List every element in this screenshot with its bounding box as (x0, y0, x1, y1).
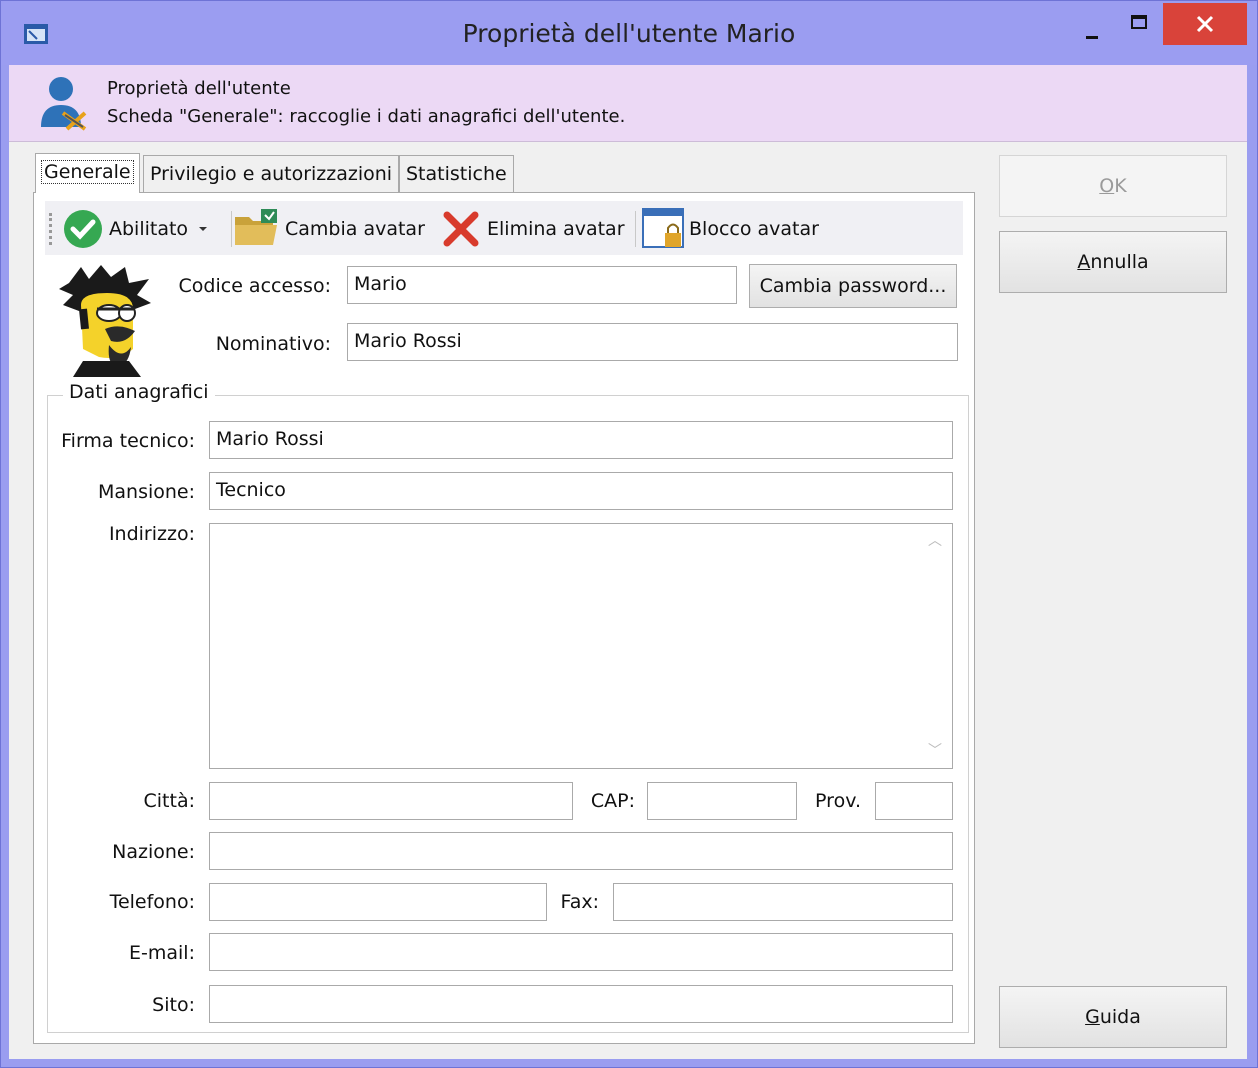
tab-privilegio[interactable]: Privilegio e autorizzazioni (143, 155, 400, 193)
role-input[interactable]: Tecnico (209, 472, 953, 510)
cancel-button[interactable]: Annulla (999, 231, 1227, 293)
enabled-label: Abilitato (109, 218, 189, 240)
tab-label: Generale (41, 160, 134, 184)
site-label: Sito: (152, 994, 195, 1016)
zip-input[interactable] (647, 782, 797, 820)
folder-icon (235, 209, 277, 245)
cancel-mnemonic: A (1077, 251, 1091, 273)
enabled-dropdown[interactable]: Abilitato (63, 209, 212, 249)
address-textarea[interactable]: ︿ ﹀ (209, 523, 953, 769)
city-label: Città: (143, 790, 196, 812)
email-input[interactable] (209, 933, 953, 971)
country-input[interactable] (209, 832, 953, 870)
cancel-label-rest: nnulla (1090, 251, 1149, 273)
ok-button[interactable]: OK (999, 155, 1227, 217)
avatar[interactable] (59, 265, 153, 377)
delete-avatar-button[interactable]: Elimina avatar (441, 209, 625, 249)
delete-avatar-label: Elimina avatar (487, 218, 625, 240)
province-input[interactable] (875, 782, 953, 820)
country-label: Nazione: (112, 841, 195, 863)
site-input[interactable] (209, 985, 953, 1023)
scroll-down-icon[interactable]: ﹀ (924, 740, 946, 760)
change-avatar-button[interactable]: Cambia avatar (233, 209, 425, 249)
group-title: Dati anagrafici (63, 381, 215, 403)
change-password-button[interactable]: Cambia password... (749, 264, 957, 308)
tab-statistiche[interactable]: Statistiche (399, 155, 514, 193)
minimize-icon[interactable] (1073, 19, 1113, 45)
lock-window-icon (642, 208, 684, 248)
phone-input[interactable] (209, 883, 547, 921)
help-label-rest: uida (1099, 1006, 1141, 1028)
dialog-window: Proprietà dell'utente Mario Proprietà de… (0, 0, 1258, 1068)
address-label: Indirizzo: (108, 523, 195, 545)
phone-label: Telefono: (109, 891, 195, 913)
help-mnemonic: G (1085, 1006, 1100, 1028)
help-button[interactable]: Guida (999, 986, 1227, 1048)
toolbar-separator (635, 211, 636, 247)
change-avatar-label: Cambia avatar (285, 218, 425, 240)
chevron-down-icon (199, 227, 208, 231)
tab-generale[interactable]: Generale (35, 153, 140, 193)
province-label: Prov. (815, 790, 861, 812)
window-title: Proprietà dell'utente Mario (462, 19, 796, 48)
header-title: Proprietà dell'utente (107, 78, 291, 99)
header-description: Scheda "Generale": raccoglie i dati anag… (107, 106, 626, 127)
name-input[interactable]: Mario Rossi (347, 323, 958, 361)
access-code-label: Codice accesso: (178, 275, 331, 297)
city-input[interactable] (209, 782, 573, 820)
signature-label: Firma tecnico: (61, 430, 195, 452)
tab-label: Statistiche (406, 163, 507, 185)
name-label: Nominativo: (215, 333, 331, 355)
ok-mnemonic: O (1099, 175, 1115, 197)
tab-label: Privilegio e autorizzazioni (150, 163, 393, 185)
fax-input[interactable] (613, 883, 953, 921)
maximize-icon[interactable] (1119, 11, 1159, 37)
x-icon (443, 211, 479, 247)
dialog-content: Proprietà dell'utente Scheda "Generale":… (9, 65, 1247, 1059)
toolbar: Abilitato Cambia avatar Elimina avatar B… (45, 201, 963, 255)
header-banner: Proprietà dell'utente Scheda "Generale":… (9, 65, 1247, 142)
user-settings-icon (41, 77, 87, 131)
zip-label: CAP: (590, 790, 635, 812)
check-circle-icon (64, 210, 102, 248)
title-bar[interactable]: Proprietà dell'utente Mario (1, 1, 1257, 65)
close-button[interactable] (1163, 3, 1247, 45)
access-code-input[interactable]: Mario (347, 266, 737, 304)
signature-input[interactable]: Mario Rossi (209, 421, 953, 459)
close-icon (1196, 15, 1214, 33)
lock-avatar-label: Blocco avatar (689, 218, 819, 240)
email-label: E-mail: (129, 942, 195, 964)
toolbar-grip[interactable] (49, 213, 55, 245)
lock-avatar-button[interactable]: Blocco avatar (641, 208, 819, 249)
fax-label: Fax: (560, 891, 599, 913)
toolbar-separator (231, 211, 232, 247)
role-label: Mansione: (97, 481, 195, 503)
scroll-up-icon[interactable]: ︿ (924, 530, 946, 550)
ok-label-rest: K (1114, 175, 1127, 197)
